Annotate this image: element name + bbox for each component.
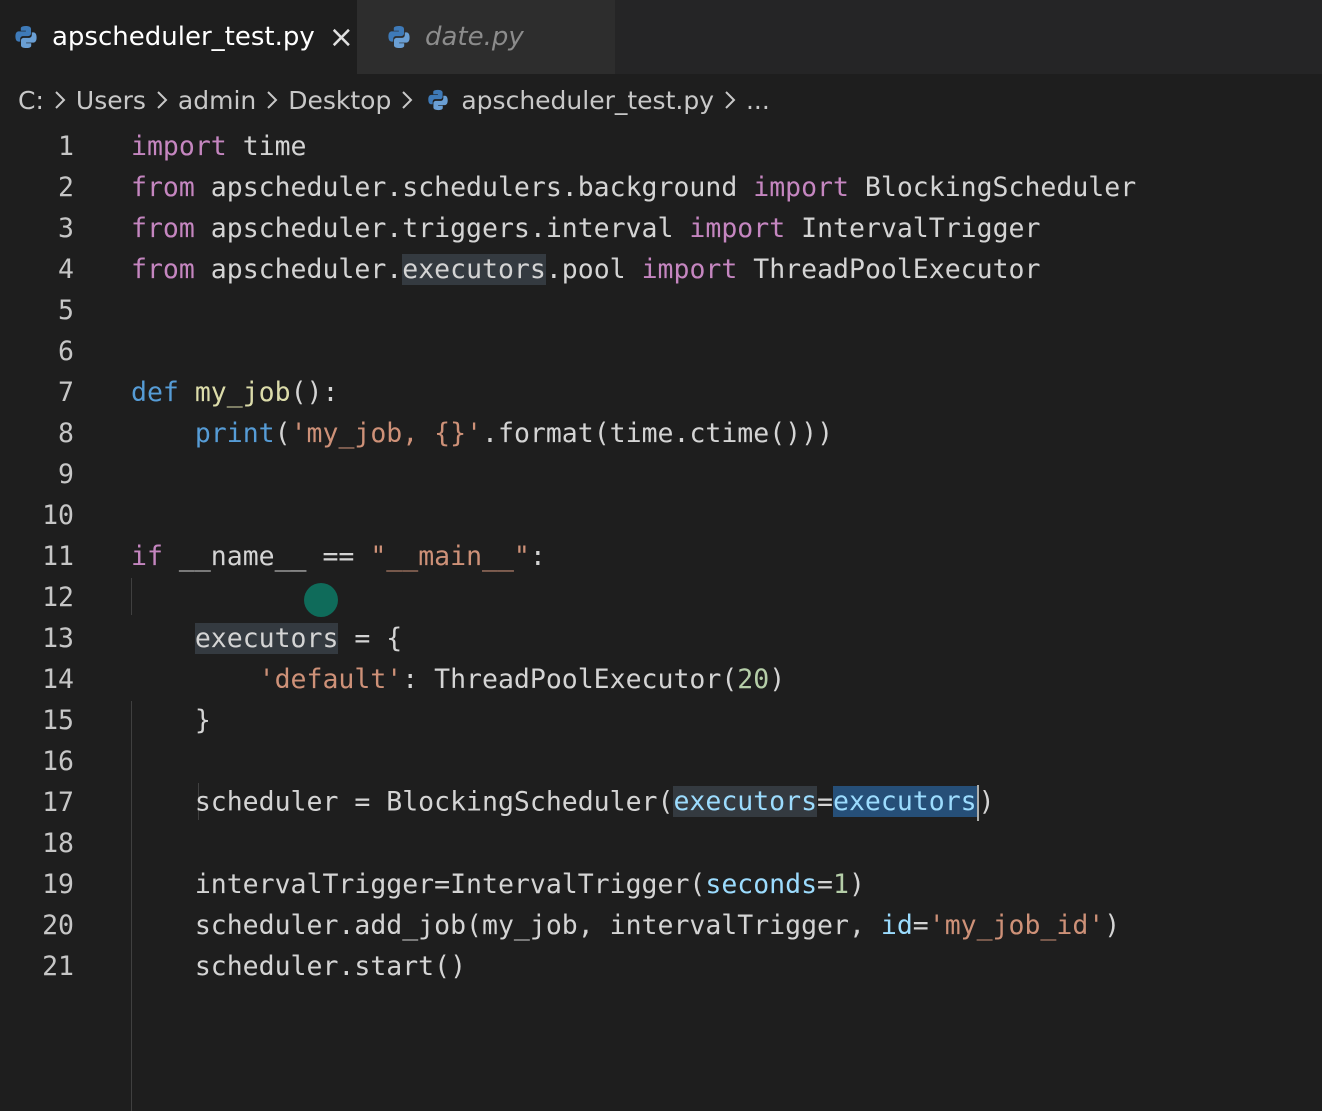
code-text: 'default': ThreadPoolExecutor(20) [258, 664, 786, 695]
line-number: 12 [42, 582, 74, 613]
breadcrumb-drive[interactable]: C: [18, 86, 44, 115]
line-number: 3 [58, 213, 74, 244]
tab-label: apscheduler_test.py [52, 22, 315, 52]
code-line[interactable]: 5 [0, 290, 1322, 331]
code-text: from apscheduler.schedulers.background i… [131, 172, 1137, 203]
code-line[interactable]: 14 'default': ThreadPoolExecutor(20) [0, 659, 1322, 700]
line-number: 20 [42, 910, 74, 941]
line-number: 9 [58, 459, 74, 490]
line-number: 14 [42, 664, 74, 695]
chevron-right-icon [266, 90, 278, 110]
code-line[interactable]: 1 import time [0, 126, 1322, 167]
breadcrumb-desktop[interactable]: Desktop [288, 86, 391, 115]
code-text: from apscheduler.executors.pool import T… [131, 254, 1041, 285]
code-text: if __name__ == "__main__": [131, 541, 546, 572]
code-line[interactable]: 6 [0, 331, 1322, 372]
code-line[interactable]: 16 [0, 741, 1322, 782]
code-text: print('my_job, {}'.format(time.ctime())) [194, 418, 834, 449]
line-number: 7 [58, 377, 74, 408]
code-text: executors = { [194, 623, 403, 654]
line-number: 11 [42, 541, 74, 572]
close-icon[interactable]: × [329, 20, 354, 55]
code-text: from apscheduler.triggers.interval impor… [131, 213, 1041, 244]
line-number: 15 [42, 705, 74, 736]
code-line[interactable]: 11 if __name__ == "__main__": [0, 536, 1322, 577]
breadcrumb-more[interactable]: ... [746, 86, 770, 115]
line-number: 2 [58, 172, 74, 203]
tab-date[interactable]: date.py [357, 0, 615, 74]
breadcrumb-users[interactable]: Users [76, 86, 146, 115]
code-text: import time [131, 131, 307, 162]
code-line[interactable]: 4 from apscheduler.executors.pool import… [0, 249, 1322, 290]
tab-label: date.py [425, 22, 524, 52]
line-number: 6 [58, 336, 74, 367]
code-line[interactable]: 10 [0, 495, 1322, 536]
code-editor[interactable]: 1 import time 2 from apscheduler.schedul… [0, 126, 1322, 1111]
line-number: 10 [42, 500, 74, 531]
chevron-right-icon [401, 90, 413, 110]
breadcrumb-admin[interactable]: admin [178, 86, 256, 115]
code-text: intervalTrigger=IntervalTrigger(seconds=… [131, 869, 865, 900]
python-icon [427, 89, 449, 111]
code-line[interactable]: 20 scheduler.add_job(my_job, intervalTri… [0, 905, 1322, 946]
code-line[interactable]: 13 executors = { [0, 618, 1322, 659]
chevron-right-icon [724, 90, 736, 110]
code-line[interactable]: 15 } [0, 700, 1322, 741]
code-line[interactable]: 19 intervalTrigger=IntervalTrigger(secon… [0, 864, 1322, 905]
code-line[interactable]: 9 [0, 454, 1322, 495]
code-line[interactable]: 17 scheduler = BlockingScheduler(executo… [0, 782, 1322, 823]
code-text: scheduler = BlockingScheduler(executors=… [131, 784, 995, 821]
tab-bar: apscheduler_test.py × date.py [0, 0, 1322, 74]
line-number: 18 [42, 828, 74, 859]
line-number: 5 [58, 295, 74, 326]
line-number: 1 [58, 131, 74, 162]
python-icon [14, 25, 38, 49]
code-text: } [131, 705, 211, 736]
chevron-right-icon [156, 90, 168, 110]
mouse-pointer-highlight [304, 583, 338, 617]
code-line[interactable]: 18 [0, 823, 1322, 864]
code-line[interactable]: 7 def my_job(): [0, 372, 1322, 413]
line-number: 17 [42, 787, 74, 818]
tab-apscheduler-test[interactable]: apscheduler_test.py × [0, 0, 357, 74]
line-number: 19 [42, 869, 74, 900]
code-text: scheduler.add_job(my_job, intervalTrigge… [131, 910, 1121, 941]
line-number: 4 [58, 254, 74, 285]
code-text: def my_job(): [131, 377, 339, 408]
code-line[interactable]: 21 scheduler.start() [0, 946, 1322, 987]
line-number: 16 [42, 746, 74, 777]
code-line[interactable]: 2 from apscheduler.schedulers.background… [0, 167, 1322, 208]
breadcrumb-file[interactable]: apscheduler_test.py [461, 86, 714, 115]
line-number: 13 [42, 623, 74, 654]
code-line[interactable]: 3 from apscheduler.triggers.interval imp… [0, 208, 1322, 249]
line-number: 21 [42, 951, 74, 982]
breadcrumb: C: Users admin Desktop apscheduler_test.… [0, 74, 1322, 126]
selected-text: executors [833, 786, 977, 817]
code-line[interactable]: 8 print('my_job, {}'.format(time.ctime()… [0, 413, 1322, 454]
chevron-right-icon [54, 90, 66, 110]
code-line[interactable]: 12 [0, 577, 1322, 618]
code-text: scheduler.start() [131, 951, 467, 982]
python-icon [387, 25, 411, 49]
line-number: 8 [58, 418, 74, 449]
